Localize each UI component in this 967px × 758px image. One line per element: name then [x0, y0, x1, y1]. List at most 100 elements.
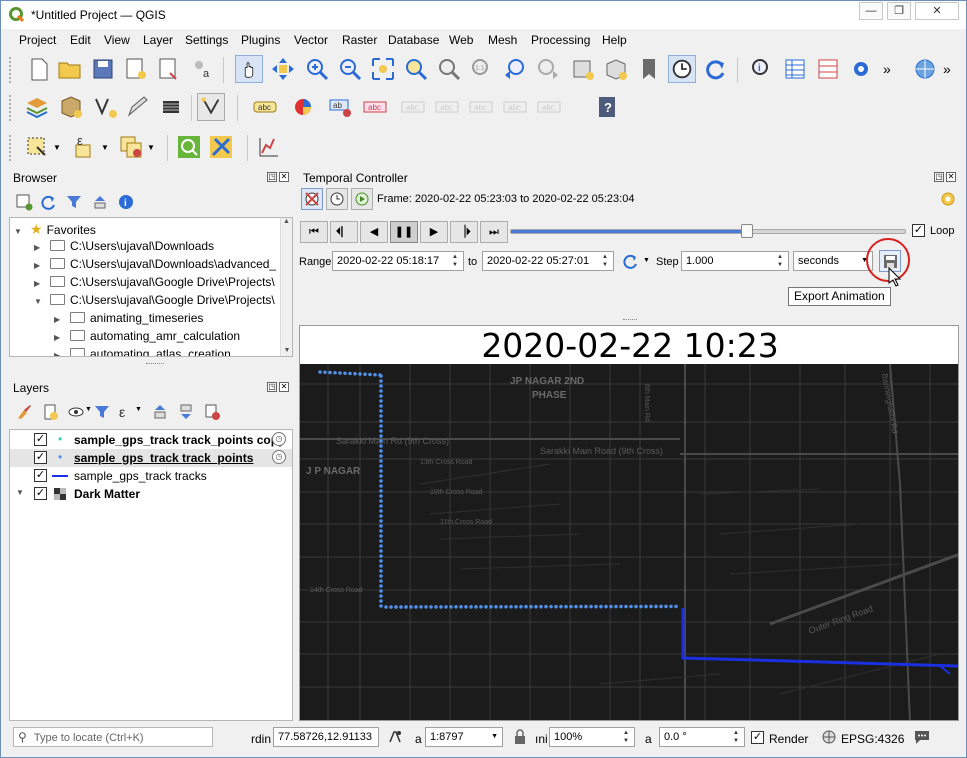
- tree-item-folder[interactable]: ▶ C:\Users\ujaval\Google Drive\Projects\: [34, 275, 275, 293]
- scroll-down-icon[interactable]: ▼: [281, 347, 292, 354]
- range-start-datetime[interactable]: 2020-02-22 05:18:17 ▲ ▼: [332, 251, 464, 271]
- pause-button[interactable]: ❚❚: [390, 221, 418, 243]
- range-end-datetime[interactable]: 2020-02-22 05:27:01 ▲ ▼: [482, 251, 614, 271]
- pan-map-icon[interactable]: [235, 55, 263, 83]
- elevation-profile-icon[interactable]: [255, 133, 283, 161]
- float-panel-icon[interactable]: ◳: [934, 172, 944, 182]
- zoom-full-icon[interactable]: [369, 55, 397, 83]
- layer-styling-icon[interactable]: [15, 403, 33, 421]
- globe-plugin-icon[interactable]: [911, 55, 939, 83]
- coordinate-field[interactable]: 77.58726,12.91133: [273, 727, 379, 747]
- open-project-icon[interactable]: [56, 55, 84, 83]
- pan-to-selection-icon[interactable]: [269, 55, 297, 83]
- change-label-icon[interactable]: abc: [535, 93, 563, 121]
- digitize-vertex-icon[interactable]: [91, 93, 119, 121]
- properties-info-icon[interactable]: i: [117, 193, 135, 211]
- crs-label[interactable]: EPSG:4326: [841, 732, 904, 746]
- rotation-spinbox[interactable]: 0.0 ° ▲ ▼: [659, 727, 745, 747]
- zoom-in-icon[interactable]: [303, 55, 331, 83]
- statistical-summary-icon[interactable]: [814, 55, 842, 83]
- label-toolbar-icon[interactable]: abc: [251, 93, 279, 121]
- new-spatial-bookmark-icon[interactable]: [635, 55, 663, 83]
- close-panel-icon[interactable]: ✕: [946, 172, 956, 182]
- time-slider-handle[interactable]: [741, 224, 754, 238]
- messages-icon[interactable]: [913, 729, 931, 745]
- new-geopackage-layer-icon[interactable]: [57, 93, 85, 121]
- spin-arrows-icon[interactable]: ▲ ▼: [777, 253, 787, 269]
- next-frame-button[interactable]: ▕⏵: [450, 221, 478, 243]
- menu-vector[interactable]: Vector: [294, 33, 328, 47]
- set-to-project-range-icon[interactable]: [621, 252, 639, 270]
- add-group-icon[interactable]: [41, 403, 59, 421]
- add-selected-layers-icon[interactable]: [15, 193, 33, 211]
- menu-layer[interactable]: Layer: [143, 33, 173, 47]
- browser-scrollbar[interactable]: ▲ ▼: [280, 218, 292, 356]
- expand-arrow-icon[interactable]: ▶: [54, 333, 64, 342]
- highlight-pinned-label-icon[interactable]: ab: [327, 93, 355, 121]
- menu-raster[interactable]: Raster: [342, 33, 377, 47]
- dropdown-arrow-icon[interactable]: ▼: [101, 143, 109, 152]
- tree-item-folder[interactable]: ▼ C:\Users\ujaval\Google Drive\Projects\: [34, 293, 275, 311]
- tree-item-favorites[interactable]: ▼ ★ Favorites: [14, 221, 96, 239]
- float-panel-icon[interactable]: ◳: [267, 172, 277, 182]
- collapse-all-icon[interactable]: [91, 193, 109, 211]
- spin-arrows-icon[interactable]: ▲ ▼: [733, 729, 743, 745]
- menu-view[interactable]: View: [104, 33, 130, 47]
- expand-arrow-icon[interactable]: ▶: [34, 261, 44, 270]
- expand-arrow-icon[interactable]: ▶: [54, 315, 64, 324]
- minimize-button[interactable]: —: [859, 2, 883, 20]
- zoom-next-icon[interactable]: [534, 55, 562, 83]
- render-checkbox[interactable]: ✓: [751, 731, 764, 744]
- pin-label-icon[interactable]: abc: [399, 93, 427, 121]
- edit-toggle-icon[interactable]: [157, 93, 185, 121]
- layer-visibility-checkbox[interactable]: ✓: [34, 469, 47, 482]
- layer-row[interactable]: ✓ • sample_gps_track track_points copy ◷: [10, 431, 292, 449]
- toolbar-grip[interactable]: [9, 95, 12, 121]
- processing-toolbox-icon[interactable]: [207, 133, 235, 161]
- expand-all-icon[interactable]: [151, 403, 169, 421]
- map-canvas[interactable]: 2020-02-22 10:23 JP NAGAR 2ND PHASE Sara…: [299, 325, 959, 721]
- play-backward-button[interactable]: ◀: [360, 221, 388, 243]
- previous-frame-button[interactable]: ⏴▏: [330, 221, 358, 243]
- expand-arrow-icon[interactable]: ▶: [34, 243, 44, 252]
- expand-arrow-icon[interactable]: ▼: [16, 488, 24, 497]
- menu-project[interactable]: Project: [19, 33, 56, 47]
- expand-arrow-icon[interactable]: ▼: [14, 227, 24, 236]
- label-toggle-icon[interactable]: abc: [361, 93, 389, 121]
- float-panel-icon[interactable]: ◳: [267, 382, 277, 392]
- vertex-tool-icon[interactable]: [197, 93, 225, 121]
- expand-arrow-icon[interactable]: ▼: [34, 297, 44, 306]
- lock-scale-icon[interactable]: [513, 729, 527, 745]
- menu-processing[interactable]: Processing: [531, 33, 590, 47]
- dropdown-arrow-icon[interactable]: ▼: [147, 143, 155, 152]
- layer-visibility-checkbox[interactable]: ✓: [34, 433, 47, 446]
- toolbar-grip[interactable]: [9, 135, 12, 161]
- layer-row[interactable]: ▼ ✓ Dark Matter: [10, 485, 292, 503]
- show-layout-manager-icon[interactable]: [155, 55, 183, 83]
- move-label-icon[interactable]: abc: [467, 93, 495, 121]
- new-print-layout-icon[interactable]: [122, 55, 150, 83]
- digitize-pen-icon[interactable]: [123, 93, 151, 121]
- rewind-to-start-button[interactable]: ⏮: [300, 221, 328, 243]
- magnifier-spinbox[interactable]: 100% ▲ ▼: [549, 727, 635, 747]
- temporal-controller-icon[interactable]: [668, 55, 696, 83]
- dropdown-arrow-icon[interactable]: ▼: [85, 406, 92, 413]
- zoom-last-icon[interactable]: [501, 55, 529, 83]
- close-button[interactable]: ✕: [915, 2, 959, 20]
- scale-combobox[interactable]: 1:8797 ▼: [425, 727, 503, 747]
- expand-arrow-icon[interactable]: ▶: [54, 351, 64, 356]
- locator-search-input[interactable]: ⚲ Type to locate (Ctrl+K): [13, 727, 213, 747]
- show-hide-label-icon[interactable]: abc: [433, 93, 461, 121]
- save-project-icon[interactable]: [89, 55, 117, 83]
- step-spinbox[interactable]: 1.000 ▲ ▼: [681, 251, 789, 271]
- select-by-expression-icon[interactable]: ε: [71, 133, 99, 161]
- splitter-handle[interactable]: [146, 363, 164, 367]
- scroll-up-icon[interactable]: ▲: [281, 218, 292, 225]
- menu-web[interactable]: Web: [449, 33, 473, 47]
- data-source-manager-icon[interactable]: [23, 93, 51, 121]
- select-features-icon[interactable]: [23, 133, 51, 161]
- toolbar-overflow-icon-2[interactable]: »: [943, 61, 951, 77]
- layer-visibility-checkbox[interactable]: ✓: [34, 451, 47, 464]
- deselect-features-icon[interactable]: [117, 133, 145, 161]
- close-panel-icon[interactable]: ✕: [279, 172, 289, 182]
